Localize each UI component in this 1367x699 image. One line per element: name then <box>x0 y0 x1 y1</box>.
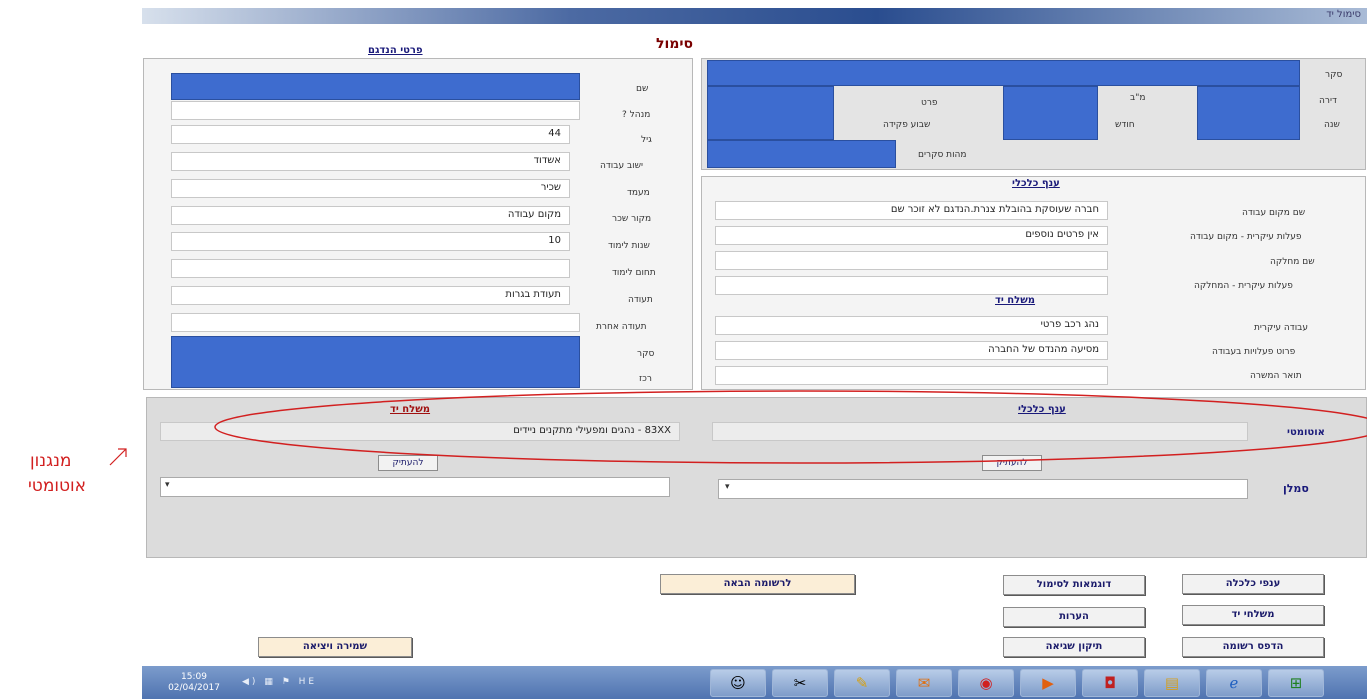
economic-coder-select[interactable]: ▾ <box>718 479 1248 499</box>
label-status: מעמד <box>627 188 650 198</box>
comments-button[interactable]: הערות <box>1003 607 1145 627</box>
sample-header: פרטי הנדגם <box>368 45 423 56</box>
label-apartment: דירה <box>1319 96 1337 106</box>
label-collection-week: שבוע פקידה <box>883 120 931 130</box>
apartment-block-2 <box>1003 86 1098 140</box>
next-record-button[interactable]: לרשומה הבאה <box>660 574 855 594</box>
annotation-ellipse-shape <box>214 390 1367 464</box>
folder-icon[interactable]: ▤ <box>1144 669 1200 697</box>
label-other-certificate: תעודה אחרת <box>596 322 647 332</box>
outlook-icon[interactable]: ✉ <box>896 669 952 697</box>
label-year: שנה <box>1324 120 1340 130</box>
volume-icon[interactable]: ◀) <box>242 677 258 687</box>
annotation-ellipse <box>109 390 1367 466</box>
save-exit-button[interactable]: שמירה ויציאה <box>258 637 412 657</box>
main-job-field[interactable]: נהג רכב פרטי <box>715 316 1108 335</box>
taskbar-tray: ◀) ▦ ⚑ HE <box>242 677 317 687</box>
taskbar-date: 02/04/2017 <box>168 683 220 693</box>
label-detail: פרט <box>921 98 938 108</box>
status-field[interactable]: שכיר <box>171 179 570 198</box>
label-manager: מנהל ? <box>622 110 651 120</box>
label-main-activity: פעלות עיקרית - מקום עבודה <box>1190 232 1302 242</box>
label-name: שם <box>636 84 649 94</box>
annotation-arrow-line <box>109 448 127 466</box>
label-department-activity: פעלות עיקרית - המחלקה <box>1194 281 1293 291</box>
taskbar-clock[interactable]: 15:09 02/04/2017 <box>164 672 224 694</box>
label-certificate: תעודה <box>628 295 653 305</box>
survey-nature-field[interactable] <box>707 140 896 168</box>
label-survey: סקר <box>637 349 655 359</box>
occupation-header: משלח יד <box>995 295 1036 306</box>
page-title: סימול <box>656 36 694 52</box>
paint-icon[interactable]: ✎ <box>834 669 890 697</box>
work-town-field[interactable]: אשדוד <box>171 152 570 171</box>
workplace-name-field[interactable]: חברה שעוסקת בהובלת צנרת.הנדגם לא זוכר שם <box>715 201 1108 220</box>
label-workplace-name: שם מקום עבודה <box>1242 208 1306 218</box>
occupation-coder-select[interactable]: ▾ <box>160 477 670 497</box>
label-study-field: תחום לימוד <box>612 268 656 278</box>
job-title-field[interactable] <box>715 366 1108 385</box>
media-icon[interactable]: ▶ <box>1020 669 1076 697</box>
label-salary-source: מקור שכר <box>612 214 652 224</box>
annotation-line-2: אוטומטי <box>28 476 87 496</box>
chrome-icon[interactable]: ◉ <box>958 669 1014 697</box>
label-coordinator: רכז <box>639 374 652 384</box>
print-record-button[interactable]: הדפס רשומה <box>1182 637 1324 657</box>
people-icon[interactable]: ☺ <box>710 669 766 697</box>
study-years-field[interactable]: 10 <box>171 232 570 251</box>
occupations-button[interactable]: משלחי יד <box>1182 605 1324 625</box>
start-icon[interactable]: ⊞ <box>1268 669 1324 697</box>
chevron-down-icon: ▾ <box>725 482 730 492</box>
label-work-town: ישוב עבודה <box>600 161 643 171</box>
apartment-block-3 <box>1197 86 1300 140</box>
language-indicator[interactable]: HE <box>299 677 317 687</box>
label-age: גיל <box>641 135 652 145</box>
study-field-field[interactable] <box>171 259 570 278</box>
main-activity-field[interactable]: אין פרטים נוספים <box>715 226 1108 245</box>
network-icon[interactable]: ▦ <box>264 677 276 687</box>
age-field[interactable]: 44 <box>171 125 570 144</box>
other-certificate-field[interactable] <box>171 313 580 332</box>
flag-icon[interactable]: ⚑ <box>282 677 293 687</box>
window-title: סימול יד <box>1326 9 1361 20</box>
label-job-title: תואר המשרה <box>1250 371 1302 381</box>
label-month: חודש <box>1115 120 1135 130</box>
label-main-job: עבודה עיקרית <box>1254 323 1308 333</box>
oracle-icon[interactable]: ◘ <box>1082 669 1138 697</box>
label-department: שם מחלקה <box>1270 257 1315 267</box>
label-job-details: פרוט פעלויות בעבודה <box>1212 347 1296 357</box>
department-activity-field[interactable] <box>715 276 1108 295</box>
window-title-bar: סימול יד <box>142 8 1367 24</box>
label-mb: מ"ב <box>1130 93 1146 103</box>
chevron-down-icon: ▾ <box>165 480 170 490</box>
annotation-line-1: מנגנון <box>30 451 72 471</box>
job-details-field[interactable]: מסיעה מהנדס של החברה <box>715 341 1108 360</box>
fix-error-button[interactable]: תיקון שגיאה <box>1003 637 1145 657</box>
label-survey-nature: מהות סקרים <box>918 150 967 160</box>
manager-field[interactable] <box>171 101 580 120</box>
label-study-years: שנות לימוד <box>608 241 650 251</box>
label-survey-right: סקר <box>1325 70 1343 80</box>
department-field[interactable] <box>715 251 1108 270</box>
ie-icon[interactable]: ℯ <box>1206 669 1262 697</box>
apartment-block-1 <box>707 86 834 140</box>
taskbar: 15:09 02/04/2017 ◀) ▦ ⚑ HE ☺ ✂ ✎ ✉ ◉ ▶ ◘… <box>142 666 1367 699</box>
examples-button[interactable]: דוגמאות לסימול <box>1003 575 1145 595</box>
salary-source-field[interactable]: מקום עבודה <box>171 206 570 225</box>
scissors-icon[interactable]: ✂ <box>772 669 828 697</box>
survey-field[interactable] <box>707 60 1300 86</box>
survey-coordinator-block <box>171 336 580 388</box>
certificate-field[interactable]: תעודת בגרות <box>171 286 570 305</box>
economic-branches-button[interactable]: ענפי כלכלה <box>1182 574 1324 594</box>
taskbar-time: 15:09 <box>181 672 207 682</box>
economic-header: ענף כלכלי <box>1012 178 1060 189</box>
name-field[interactable] <box>171 73 580 100</box>
coder-label: סמלן <box>1283 482 1309 495</box>
